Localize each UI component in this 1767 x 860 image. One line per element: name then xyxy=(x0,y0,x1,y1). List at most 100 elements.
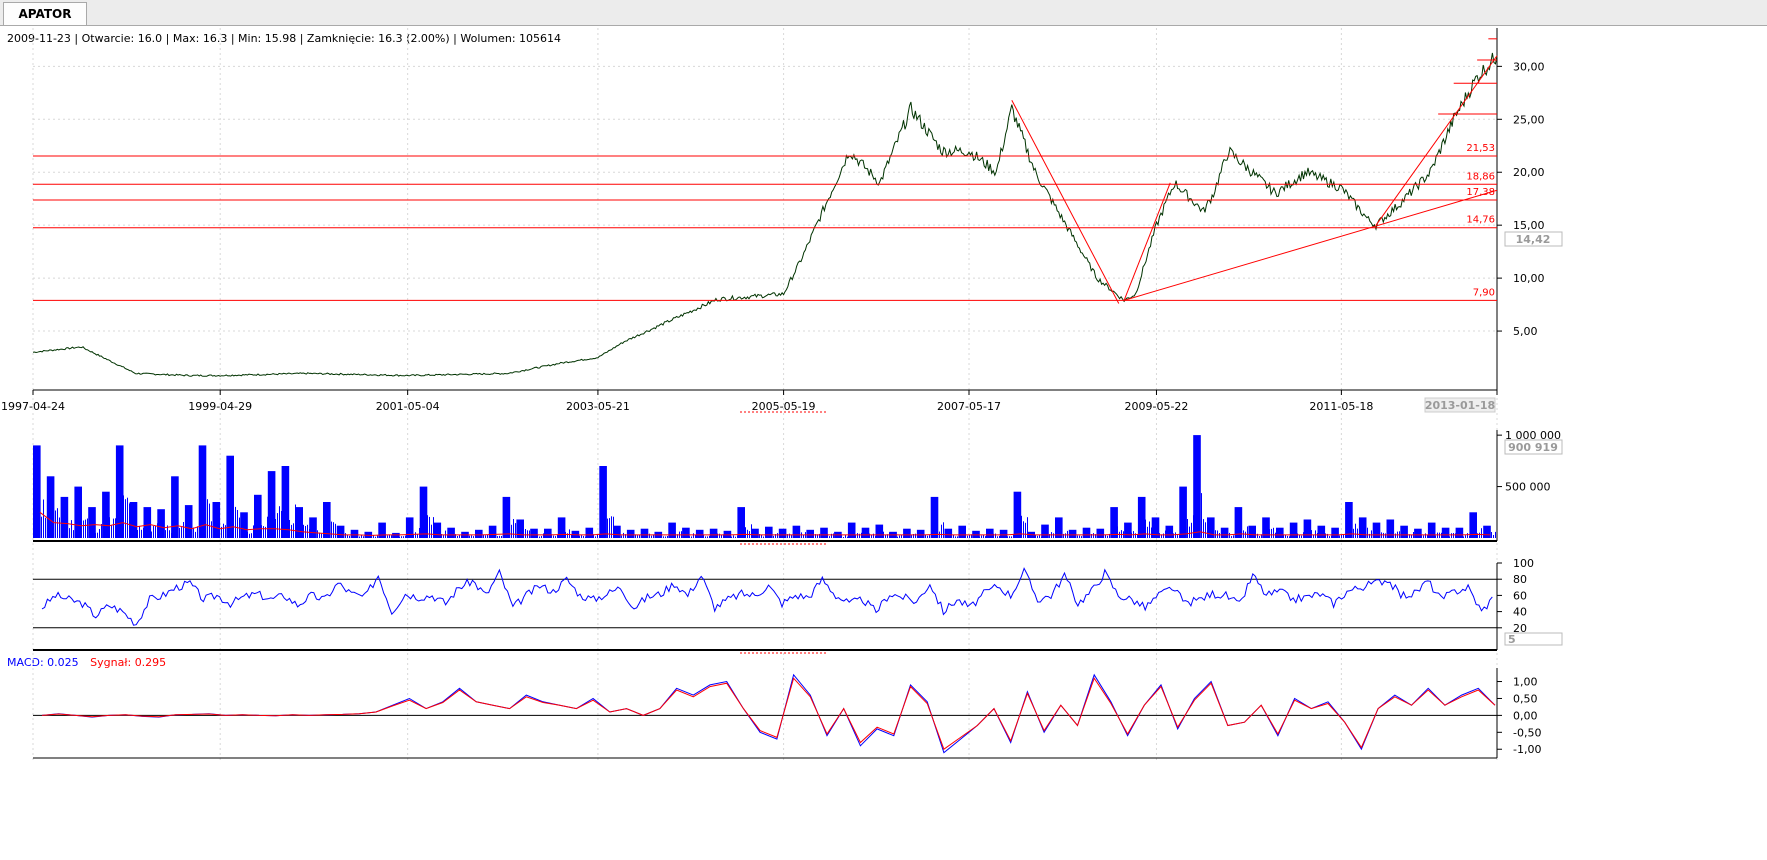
volume-bar xyxy=(857,533,858,538)
volume-bar xyxy=(465,536,466,538)
volume-bar xyxy=(975,535,976,538)
volume-bar xyxy=(1011,536,1012,538)
volume-bar xyxy=(1183,524,1184,538)
signal-line xyxy=(41,677,1496,750)
volume-bar xyxy=(429,516,430,538)
volume-bar xyxy=(1359,532,1360,538)
volume-bar xyxy=(879,533,880,538)
volume-bar xyxy=(1153,528,1154,538)
volume-bar xyxy=(833,533,834,538)
volume-bar xyxy=(199,509,200,538)
volume-bar xyxy=(93,524,94,538)
volume-bar xyxy=(1163,533,1164,538)
volume-bar xyxy=(617,535,618,538)
volume-bar xyxy=(1097,536,1098,538)
volume-bar xyxy=(753,533,754,538)
volume-bar xyxy=(1267,528,1268,538)
volume-bar xyxy=(667,536,668,538)
volume-bar xyxy=(547,533,548,538)
stock-chart[interactable]: 30,00 25,00 20,00 15,00 10,00 5,00 21,53 18,86 1… xyxy=(0,0,1767,860)
volume-bar xyxy=(1107,535,1108,538)
volume-bar xyxy=(427,515,428,538)
volume-bar xyxy=(1239,525,1240,538)
volume-bar xyxy=(1141,517,1142,538)
volume-bar xyxy=(75,516,76,538)
volume-bar xyxy=(145,527,146,538)
volume-bar xyxy=(505,525,506,538)
volume-bar xyxy=(473,536,474,538)
volume-bar xyxy=(409,527,410,538)
volume-bar xyxy=(1195,514,1196,538)
volume-bar xyxy=(343,533,344,538)
volume-bar xyxy=(445,530,446,538)
volume-bar xyxy=(1287,535,1288,538)
volume-bar xyxy=(499,535,500,538)
volume-bar xyxy=(893,536,894,538)
volume-bar xyxy=(1309,529,1310,538)
volume-bar xyxy=(745,527,746,538)
volume-bar xyxy=(41,516,42,538)
volume-bar xyxy=(1339,535,1340,538)
y-tick-label: 20,00 xyxy=(1513,166,1545,179)
volume-bar xyxy=(931,523,932,538)
volume-bar xyxy=(381,530,382,538)
volume-bar xyxy=(1199,492,1200,538)
volume-bar xyxy=(1189,526,1190,538)
x-tick-label: 2003-05-21 xyxy=(566,400,630,413)
volume-bar xyxy=(357,536,358,538)
volume-bar xyxy=(509,528,510,538)
volume-bar xyxy=(1465,535,1466,538)
volume-bar xyxy=(655,535,656,538)
volume-bar xyxy=(261,525,262,538)
volume-bar xyxy=(1165,530,1166,538)
volume-bar xyxy=(1365,530,1366,538)
volume-bar xyxy=(1311,530,1312,538)
volume-bar xyxy=(1035,535,1036,538)
volume-bar xyxy=(331,521,332,538)
volume-bar xyxy=(995,533,996,538)
volume-bar xyxy=(1203,519,1204,538)
volume-bar xyxy=(185,521,186,538)
volume-bar xyxy=(899,535,900,538)
volume-bar xyxy=(1173,533,1174,538)
volume-bar xyxy=(341,535,342,538)
volume-bar xyxy=(1083,533,1084,538)
volume-bar xyxy=(603,526,604,538)
volume-bar xyxy=(1297,533,1298,538)
volume-bar xyxy=(155,525,156,538)
volume-bar xyxy=(1475,532,1476,538)
volume-bar xyxy=(201,492,202,538)
volume-bar xyxy=(295,504,296,538)
volume-bar xyxy=(157,523,158,538)
volume-bar xyxy=(79,524,80,538)
volume-bar xyxy=(127,497,128,538)
volume-bar xyxy=(165,530,166,538)
volume-bar xyxy=(431,524,432,538)
volume-bar xyxy=(191,525,192,538)
volume-bar xyxy=(177,516,178,538)
volume-bar xyxy=(1217,530,1218,538)
volume-bar xyxy=(1283,535,1284,538)
volume-bar xyxy=(129,503,130,538)
volume-bar xyxy=(507,526,508,538)
volume-bar xyxy=(401,536,402,538)
volume-bar xyxy=(925,534,926,538)
volume-bar xyxy=(289,520,290,538)
volume-bar xyxy=(717,533,718,538)
volume-bar xyxy=(267,516,268,538)
volume-bar xyxy=(533,535,534,538)
volume-bar xyxy=(139,526,140,538)
volume-bar xyxy=(125,499,126,538)
volume-bar xyxy=(631,535,632,538)
volume-bar xyxy=(1329,536,1330,538)
volume-bar xyxy=(365,535,366,538)
volume-bar xyxy=(467,536,468,538)
volume-bar xyxy=(479,535,480,538)
volume-bar xyxy=(83,520,84,538)
level-label: 18,86 xyxy=(1466,171,1495,182)
volume-bar xyxy=(1113,526,1114,538)
volume-bar xyxy=(825,533,826,538)
volume-bar xyxy=(979,536,980,538)
volume-bar xyxy=(791,535,792,538)
volume-bar xyxy=(1081,536,1082,538)
